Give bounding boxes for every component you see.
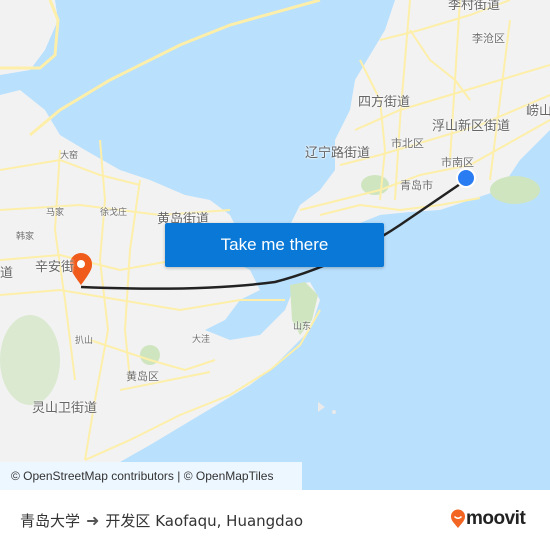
moovit-pin-icon — [451, 509, 465, 528]
map-label: 韩家 — [16, 232, 35, 242]
map-label: 大窑 — [60, 151, 79, 161]
bridge-road — [29, 0, 321, 137]
map-label: 青岛市 — [400, 179, 433, 192]
destination-name: 开发区 Kaofaqu, Huangdao — [105, 512, 304, 530]
map-label: 辛安街 — [35, 260, 75, 275]
map-label: 黄岛区 — [126, 370, 159, 383]
map-label: 四方街道 — [358, 95, 411, 110]
map-label: 市北区 — [391, 137, 424, 150]
take-me-there-button[interactable]: Take me there — [165, 223, 384, 267]
islet — [332, 410, 336, 414]
map-label: 马家 — [46, 208, 65, 218]
map-label: 李村街道 — [448, 0, 501, 13]
route-summary: 青岛大学 ➜ 开发区 Kaofaqu, Huangdao — [20, 510, 303, 531]
arrow-right-icon: ➜ — [86, 511, 100, 530]
map-label: 大洼 — [192, 335, 211, 345]
park — [490, 176, 540, 204]
map-label: 浮山新区街道 — [432, 119, 511, 134]
map-label: 崂山 — [526, 104, 550, 119]
origin-name: 青岛大学 — [20, 512, 81, 530]
map[interactable]: 李村街道 李沧区 四方街道 浮山新区街道 崂山 市北区 辽宁路街道 市南区 青岛… — [0, 0, 550, 490]
map-label: 辽宁路街道 — [305, 146, 371, 161]
islet — [318, 402, 325, 412]
moovit-logo[interactable]: moovit — [450, 508, 526, 530]
origin-marker-icon — [456, 168, 476, 188]
map-label: 灵山卫街道 — [32, 401, 98, 416]
brand-name: moovit — [466, 508, 526, 529]
map-label: 道 — [0, 266, 14, 281]
land-west — [0, 0, 58, 75]
land-east — [290, 0, 550, 240]
map-label: 扒山 — [75, 336, 94, 346]
map-label: 徐戈庄 — [100, 208, 128, 218]
map-attribution[interactable]: © OpenStreetMap contributors | © OpenMap… — [0, 462, 302, 490]
map-label: 李沧区 — [472, 32, 505, 45]
park — [0, 315, 60, 405]
map-label: 山东 — [293, 322, 312, 332]
